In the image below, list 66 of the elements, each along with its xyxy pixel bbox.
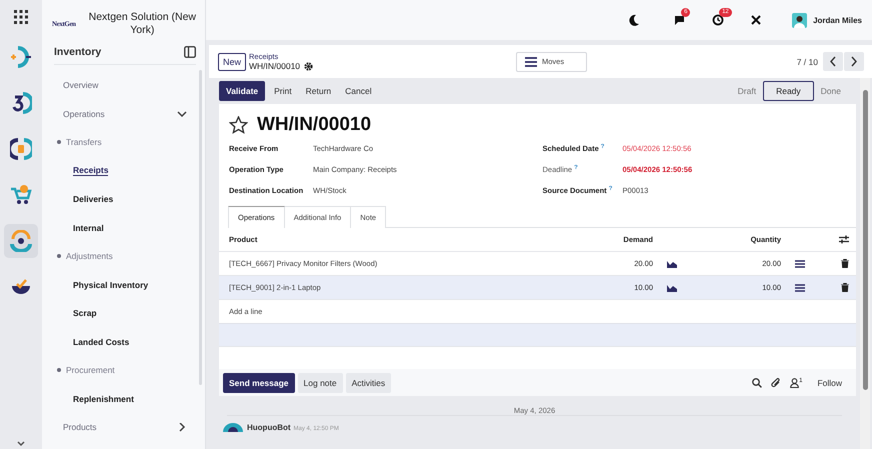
message-author: HuopuoBot [247, 423, 291, 432]
help-mark[interactable]: ? [574, 164, 578, 174]
menu-item[interactable]: Internal [73, 222, 104, 233]
help-mark[interactable]: ? [608, 186, 612, 194]
menu-icon [525, 56, 537, 66]
menu-item[interactable]: Deliveries [73, 194, 114, 204]
user-name[interactable]: Jordan Miles [813, 16, 862, 24]
bullet-icon [57, 368, 61, 372]
menu-group: Procurement [66, 365, 115, 376]
app-grid-icon[interactable] [14, 10, 28, 24]
list-icon[interactable] [795, 260, 805, 268]
menu-item[interactable]: Landed Costs [73, 336, 130, 347]
chat-icon[interactable] [674, 14, 686, 26]
menu-item[interactable]: Scrap [73, 308, 97, 318]
chevron-left-icon[interactable] [823, 52, 843, 71]
chevron-down-icon[interactable] [177, 110, 187, 117]
avatar-icon[interactable] [792, 12, 808, 28]
chevron-right-icon[interactable] [844, 52, 864, 71]
menu-group: Adjustments [66, 251, 113, 262]
follower-count: 1 [799, 378, 802, 384]
chevron-down-icon[interactable] [17, 441, 25, 447]
clock-icon[interactable] [712, 14, 724, 26]
status-step[interactable]: Ready [763, 81, 814, 101]
search-icon[interactable] [752, 378, 762, 388]
action-button[interactable]: Return [298, 81, 338, 101]
action-button[interactable]: Cancel [338, 81, 379, 101]
person-icon[interactable] [790, 378, 800, 388]
menu-group: Transfers [66, 137, 102, 148]
list-icon[interactable] [795, 284, 805, 292]
menu-section[interactable]: Products [63, 422, 97, 432]
status-step[interactable]: Draft [730, 82, 764, 100]
company-name: Nextgen Solution (New York) [88, 11, 198, 37]
help-mark[interactable]: ? [600, 144, 604, 152]
bot-avatar-icon [222, 423, 244, 432]
moon-icon[interactable] [628, 14, 640, 26]
chevron-right-icon[interactable] [177, 422, 187, 432]
menu-item[interactable]: Receipts [73, 165, 108, 176]
bullet-icon [57, 254, 61, 258]
menu-item[interactable]: Overview [63, 80, 98, 90]
menu-section[interactable]: Operations [63, 108, 105, 119]
menu-item[interactable]: Replenishment [73, 394, 134, 404]
chatter-button[interactable]: Activities [346, 372, 392, 392]
bullet-icon [57, 140, 61, 144]
trash-icon[interactable] [841, 283, 849, 292]
status-step[interactable]: Done [814, 82, 848, 100]
gear-icon[interactable] [304, 62, 314, 70]
chatter-button[interactable]: Log note [298, 372, 343, 392]
app-icon[interactable] [4, 224, 38, 258]
action-button[interactable]: Validate [219, 81, 266, 101]
adjust-columns-icon[interactable] [839, 235, 849, 244]
app-title: Inventory [54, 46, 102, 58]
chart-icon[interactable] [667, 260, 677, 268]
sidebar-toggle-icon[interactable] [184, 46, 196, 58]
follow-button[interactable]: Follow [817, 378, 842, 388]
chart-icon[interactable] [667, 284, 677, 292]
new-button[interactable]: New [218, 52, 246, 70]
action-button[interactable]: Print [267, 81, 299, 101]
record-name: WH/IN/00010 [249, 61, 300, 71]
pager-value: 7 / 10 [796, 56, 818, 66]
chatter-button[interactable]: Send message [223, 372, 295, 392]
trash-icon[interactable] [841, 259, 849, 268]
star-icon[interactable] [229, 116, 248, 134]
menu-item[interactable]: Physical Inventory [73, 280, 148, 290]
paperclip-icon[interactable] [771, 378, 782, 388]
scrollbar[interactable] [860, 78, 870, 449]
record-title: WH/IN/00010 [257, 114, 372, 136]
